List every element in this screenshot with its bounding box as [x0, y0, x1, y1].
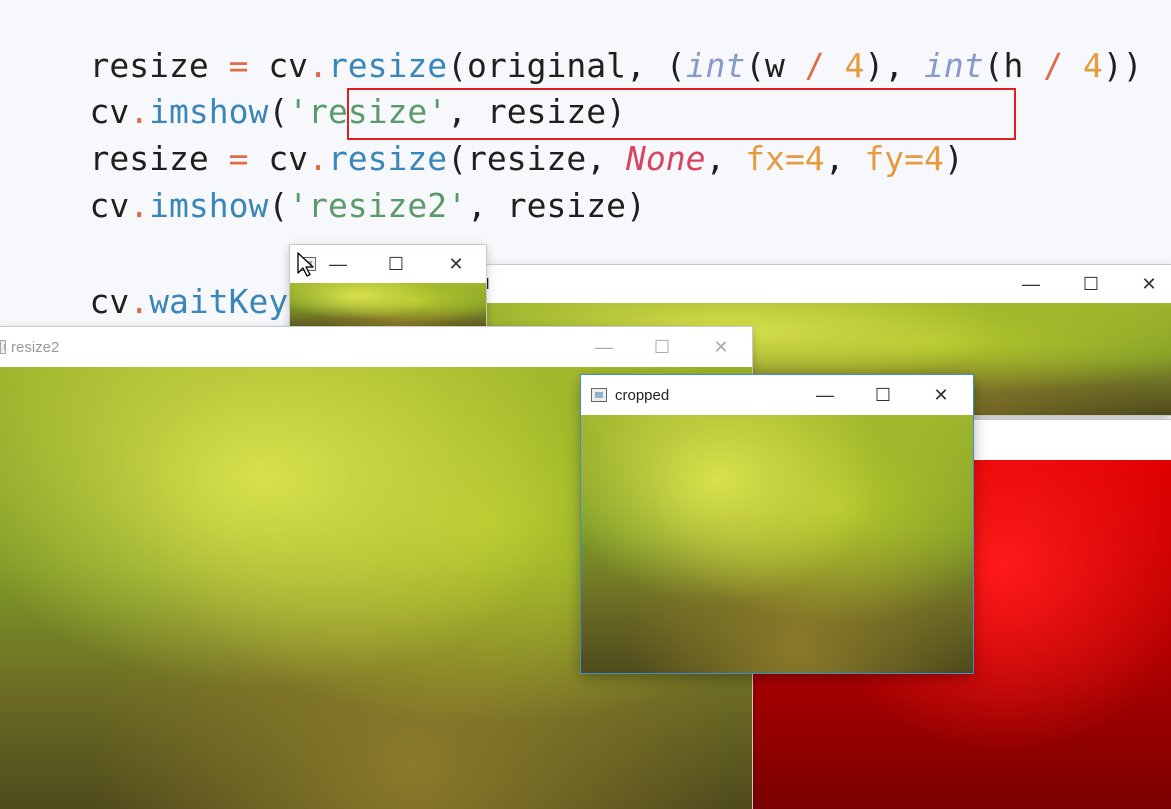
- titlebar[interactable]: cropped — ☐ ✕: [581, 375, 973, 415]
- mouse-pointer-icon: [297, 252, 314, 277]
- code-token: ),: [864, 46, 925, 85]
- maximize-button[interactable]: ☐: [642, 327, 682, 367]
- code-token: fx=4: [745, 139, 825, 178]
- titlebar[interactable]: resize2 — ☐ ✕: [0, 327, 752, 367]
- code-token: /: [1043, 46, 1064, 85]
- window-resize[interactable]: — ☐ ✕: [290, 245, 486, 333]
- code-line-5: cv.waitKey(): [10, 236, 327, 321]
- window-title: cropped: [615, 386, 670, 404]
- titlebar[interactable]: — ☐ ✕: [290, 245, 486, 283]
- window-cropped[interactable]: cropped — ☐ ✕: [581, 375, 973, 673]
- code-token: int: [924, 46, 984, 85]
- code-token: /: [804, 46, 825, 85]
- code-token: ,: [705, 139, 746, 178]
- code-line-2: cv.imshow('resize', resize): [10, 46, 625, 131]
- red-highlight-box: [347, 88, 1016, 140]
- maximize-button[interactable]: ☐: [376, 245, 416, 283]
- code-token: ,: [824, 139, 865, 178]
- close-button[interactable]: ✕: [701, 327, 741, 367]
- code-token: imshow: [149, 186, 269, 225]
- window-title: resize2: [11, 338, 60, 356]
- code-token: cv: [89, 282, 130, 321]
- maximize-button[interactable]: ☐: [863, 375, 903, 415]
- code-token: cv: [89, 186, 130, 225]
- close-button[interactable]: ✕: [1129, 265, 1169, 303]
- code-token: 4: [844, 46, 865, 85]
- code-token: , resize): [467, 186, 646, 225]
- code-line-4: cv.imshow('resize2', resize): [10, 140, 645, 225]
- code-token: ): [943, 139, 964, 178]
- opencv-window-icon: [591, 388, 607, 402]
- code-token: (: [268, 186, 289, 225]
- code-token: waitKey: [149, 282, 289, 321]
- code-token: 'resize2': [288, 186, 468, 225]
- code-token: int: [685, 46, 746, 85]
- code-token: .: [129, 186, 150, 225]
- image-canvas: [290, 283, 486, 333]
- titlebar[interactable]: l — ☐ ✕: [486, 265, 1171, 303]
- code-token: 4: [1083, 46, 1103, 85]
- minimize-button[interactable]: —: [805, 375, 845, 415]
- minimize-button[interactable]: —: [1011, 265, 1051, 303]
- window-title: l: [486, 275, 490, 293]
- maximize-button[interactable]: ☐: [1071, 265, 1111, 303]
- opencv-window-icon: [0, 340, 6, 354]
- minimize-button[interactable]: —: [584, 327, 624, 367]
- code-token: fy=4: [864, 139, 944, 178]
- code-token: .: [129, 282, 150, 321]
- code-token: (h: [983, 46, 1044, 85]
- close-button[interactable]: ✕: [921, 375, 961, 415]
- minimize-button[interactable]: —: [318, 245, 358, 283]
- code-line-1: resize = cv.resize(original, (int(w / 4)…: [10, 0, 1142, 85]
- close-button[interactable]: ✕: [436, 245, 476, 283]
- image-canvas: [581, 415, 973, 673]
- code-token: (w: [745, 46, 805, 85]
- code-token: )): [1102, 46, 1143, 85]
